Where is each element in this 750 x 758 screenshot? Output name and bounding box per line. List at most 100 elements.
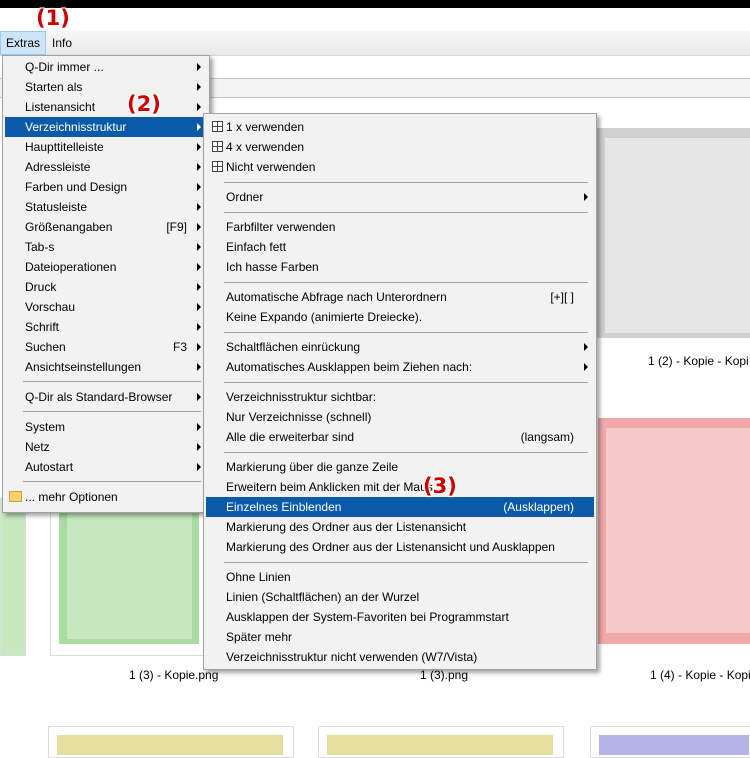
menu-item-4-x-verwenden[interactable]: 4 x verwenden	[206, 137, 594, 157]
menu-item-dateioperationen[interactable]: Dateioperationen	[5, 257, 207, 277]
chevron-right-icon	[197, 443, 201, 451]
thumbnail[interactable]	[0, 498, 26, 656]
menu-item-1-x-verwenden[interactable]: 1 x verwenden	[206, 117, 594, 137]
menu-item-keine-expando-animierte-dreiecke[interactable]: Keine Expando (animierte Dreiecke).	[206, 307, 594, 327]
menu-item-shortcut: F3	[172, 340, 187, 354]
thumbnail-caption: 1 (4) - Kopie - Kopi	[650, 668, 750, 682]
menu-item-verzeichnisstruktur[interactable]: Verzeichnisstruktur	[5, 117, 207, 137]
annotation-1: (1)	[36, 6, 70, 30]
thumbnail[interactable]	[595, 128, 750, 338]
menu-item-label: Einzelnes Einblenden	[226, 500, 342, 514]
menu-separator	[224, 282, 588, 283]
menu-item-automatische-abfrage-nach-unterordnern[interactable]: Automatische Abfrage nach Unterordnern [+…	[206, 287, 594, 307]
menu-item-label: Haupttitelleiste	[25, 140, 104, 154]
menu-item-ausklappen-der-system-favoriten-bei-programmstart[interactable]: Ausklappen der System-Favoriten bei Prog…	[206, 607, 594, 627]
menu-item-label: 1 x verwenden	[226, 120, 305, 134]
menu-item-label: Statusleiste	[25, 200, 88, 214]
menu-item-haupttitelleiste[interactable]: Haupttitelleiste	[5, 137, 207, 157]
menu-item-einzelnes-einblenden[interactable]: Einzelnes Einblenden (Ausklappen)	[206, 497, 594, 517]
menu-item-größenangaben[interactable]: Größenangaben [F9]	[5, 217, 207, 237]
menu-item-schaltflächen-einrückung[interactable]: Schaltflächen einrückung	[206, 337, 594, 357]
menu-item-system[interactable]: System	[5, 417, 207, 437]
thumbnail[interactable]	[50, 498, 205, 656]
menu-info[interactable]: Info	[47, 31, 77, 55]
menu-item-label: 4 x verwenden	[226, 140, 305, 154]
grid-icon	[212, 121, 223, 132]
menu-item-label: Einfach fett	[226, 240, 287, 254]
menu-item-nicht-verwenden[interactable]: Nicht verwenden	[206, 157, 594, 177]
menu-item-autostart[interactable]: Autostart	[5, 457, 207, 477]
menu-item-schrift[interactable]: Schrift	[5, 317, 207, 337]
menu-item-mehr-optionen[interactable]: ... mehr Optionen	[5, 487, 207, 507]
chevron-right-icon	[197, 283, 201, 291]
menu-item-linien-schaltflächen-an-der-wurzel[interactable]: Linien (Schaltflächen) an der Wurzel	[206, 587, 594, 607]
menu-item-markierung-des-ordner-aus-der-listenansicht[interactable]: Markierung des Ordner aus der Listenansi…	[206, 517, 594, 537]
menu-item-ansichtseinstellungen[interactable]: Ansichtseinstellungen	[5, 357, 207, 377]
menu-item-ohne-linien[interactable]: Ohne Linien	[206, 567, 594, 587]
menu-separator	[224, 562, 588, 563]
menu-item-q-dir-immer[interactable]: Q-Dir immer ...	[5, 57, 207, 77]
menu-item-shortcut: [+][ ]	[550, 290, 574, 304]
menu-item-druck[interactable]: Druck	[5, 277, 207, 297]
menu-item-label: Markierung des Ordner aus der Listenansi…	[226, 540, 555, 554]
chevron-right-icon	[197, 123, 201, 131]
menu-item-einfach-fett[interactable]: Einfach fett	[206, 237, 594, 257]
chevron-right-icon	[197, 463, 201, 471]
menu-item-adressleiste[interactable]: Adressleiste	[5, 157, 207, 177]
menu-item-label: Markierung über die ganze Zeile	[226, 460, 399, 474]
chevron-right-icon	[197, 183, 201, 191]
menu-item-erweitern-beim-anklicken-mit-der-maus[interactable]: Erweitern beim Anklicken mit der Maus	[206, 477, 594, 497]
menu-item-später-mehr[interactable]: Später mehr	[206, 627, 594, 647]
menu-item-nur-verzeichnisse-schnell[interactable]: Nur Verzeichnisse (schnell)	[206, 407, 594, 427]
menu-item-label: Nicht verwenden	[226, 160, 316, 174]
thumbnail[interactable]	[318, 726, 564, 758]
menu-item-farbfilter-verwenden[interactable]: Farbfilter verwenden	[206, 217, 594, 237]
menu-item-suchen[interactable]: Suchen F3	[5, 337, 207, 357]
menu-item-statusleiste[interactable]: Statusleiste	[5, 197, 207, 217]
menu-item-ordner[interactable]: Ordner	[206, 187, 594, 207]
menu-item-automatisches-ausklappen-beim-ziehen-nach[interactable]: Automatisches Ausklappen beim Ziehen nac…	[206, 357, 594, 377]
menu-item-verzeichnisstruktur-nicht-verwenden-w7-vista[interactable]: Verzeichnisstruktur nicht verwenden (W7/…	[206, 647, 594, 667]
menu-item-label: Verzeichnisstruktur sichtbar:	[226, 390, 377, 404]
chevron-right-icon	[197, 263, 201, 271]
chevron-right-icon	[197, 393, 201, 401]
menu-item-label: Größenangaben	[25, 220, 113, 234]
menu-item-listenansicht[interactable]: Listenansicht	[5, 97, 207, 117]
menu-item-alle-die-erweiterbar-sind[interactable]: Alle die erweiterbar sind (langsam)	[206, 427, 594, 447]
thumbnail[interactable]	[48, 726, 294, 758]
menu-item-vorschau[interactable]: Vorschau	[5, 297, 207, 317]
menu-item-label: Ohne Linien	[226, 570, 291, 584]
menu-item-ich-hasse-farben[interactable]: Ich hasse Farben	[206, 257, 594, 277]
menu-item-label: Ordner	[226, 190, 264, 204]
menu-item-label: Suchen	[25, 340, 66, 354]
menu-item-label: Adressleiste	[25, 160, 91, 174]
menu-item-label: Druck	[25, 280, 57, 294]
menu-item-tab-s[interactable]: Tab-s	[5, 237, 207, 257]
menu-extras[interactable]: Extras	[0, 31, 47, 55]
thumbnail-caption: 1 (2) - Kopie - Kopi	[648, 354, 749, 368]
thumbnail[interactable]	[590, 726, 750, 758]
chevron-right-icon	[197, 163, 201, 171]
menu-item-label: Farbfilter verwenden	[226, 220, 336, 234]
extras-menu: Q-Dir immer ... Starten als Listenansicht V…	[2, 55, 210, 513]
chevron-right-icon	[197, 323, 201, 331]
menu-item-label: System	[25, 420, 66, 434]
menu-item-label: Starten als	[25, 80, 83, 94]
chevron-right-icon	[197, 303, 201, 311]
menu-item-farben-und-design[interactable]: Farben und Design	[5, 177, 207, 197]
menu-item-label: Automatische Abfrage nach Unterordnern	[226, 290, 447, 304]
folder-icon	[9, 491, 22, 502]
grid-icon	[212, 141, 223, 152]
menu-item-netz[interactable]: Netz	[5, 437, 207, 457]
menu-item-verzeichnisstruktur-sichtbar[interactable]: Verzeichnisstruktur sichtbar:	[206, 387, 594, 407]
menu-item-label: Ansichtseinstellungen	[25, 360, 142, 374]
menu-item-q-dir-als-standard-browser[interactable]: Q-Dir als Standard-Browser	[5, 387, 207, 407]
menu-item-markierung-über-die-ganze-zeile[interactable]: Markierung über die ganze Zeile	[206, 457, 594, 477]
menu-item-markierung-des-ordner-aus-der-listenansicht-und-ausklappen[interactable]: Markierung des Ordner aus der Listenansi…	[206, 537, 594, 557]
menu-item-starten-als[interactable]: Starten als	[5, 77, 207, 97]
grid-icon	[212, 161, 223, 172]
menu-separator	[224, 212, 588, 213]
menu-item-shortcut: (langsam)	[520, 430, 574, 444]
menu-separator	[224, 382, 588, 383]
menu-item-label: Markierung des Ordner aus der Listenansi…	[226, 520, 467, 534]
